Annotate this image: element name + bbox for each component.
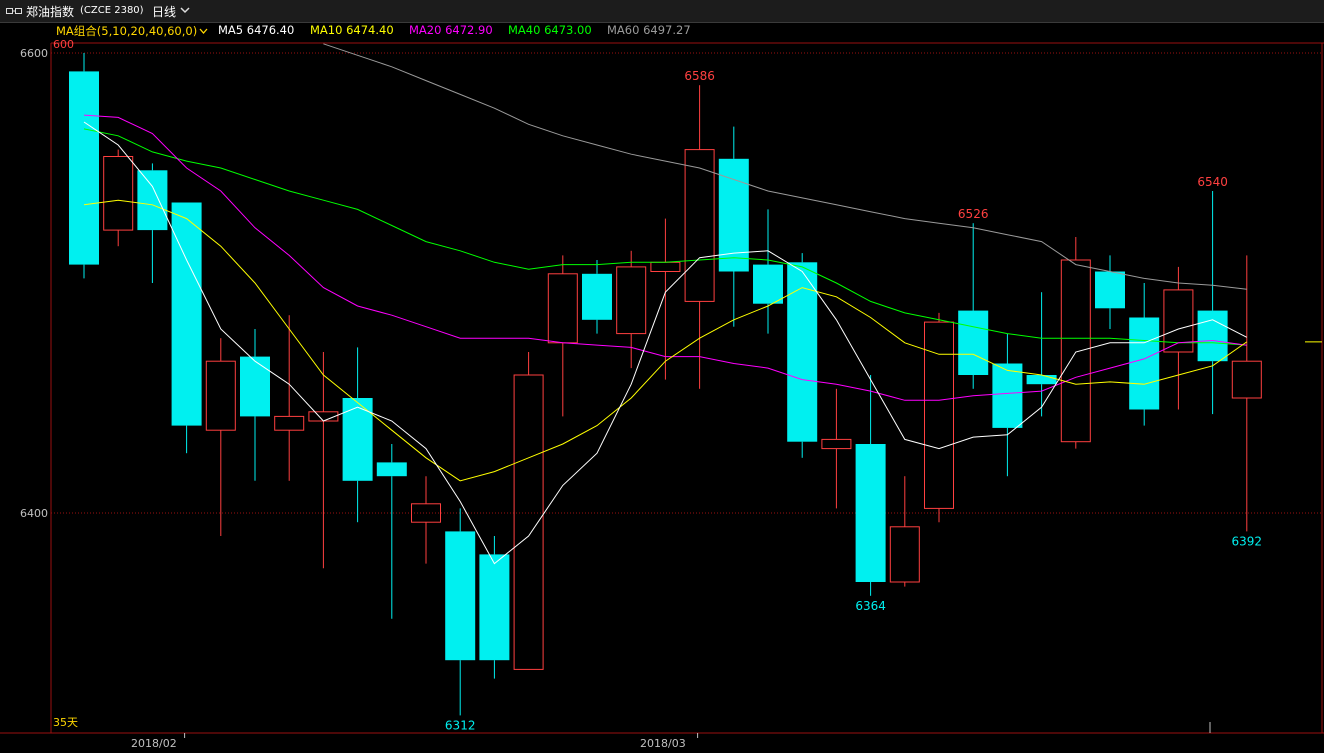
candle-body-down[interactable] bbox=[240, 356, 270, 417]
extreme-price-label: 6312 bbox=[445, 718, 476, 732]
candle-body-up[interactable] bbox=[924, 321, 954, 509]
candle-body-down[interactable] bbox=[479, 554, 510, 661]
candle-body-down[interactable] bbox=[1197, 310, 1228, 362]
candle-body-up[interactable] bbox=[1060, 259, 1091, 443]
candle-body-down[interactable] bbox=[69, 71, 99, 265]
candle-body-up[interactable] bbox=[513, 374, 544, 670]
x-tick-2018-03: 2018/03 bbox=[640, 737, 686, 750]
top-price-label: 600 bbox=[53, 38, 74, 51]
candle-body-up[interactable] bbox=[684, 149, 715, 302]
candle-body-down[interactable] bbox=[753, 264, 783, 304]
extreme-price-label: 6526 bbox=[958, 207, 989, 221]
candle-body-up[interactable] bbox=[205, 360, 236, 431]
candle-body-down[interactable] bbox=[342, 398, 373, 481]
extreme-price-label: 6364 bbox=[855, 599, 886, 613]
candle-body-down[interactable] bbox=[582, 273, 612, 320]
extreme-price-label: 6392 bbox=[1232, 534, 1263, 548]
candle-body-down[interactable] bbox=[855, 444, 886, 582]
candle-body-down[interactable] bbox=[1129, 317, 1160, 410]
candle-body-up[interactable] bbox=[547, 273, 578, 344]
kline-chart[interactable]: 6600 6400 6586 6526 6540 6312 6364 6392 600 35天 bbox=[0, 0, 1324, 753]
candle-body-up[interactable] bbox=[650, 261, 681, 272]
ma60-line bbox=[323, 43, 1247, 290]
candle-body-down[interactable] bbox=[137, 170, 168, 231]
candle-body-up[interactable] bbox=[821, 438, 852, 450]
candle-body-up[interactable] bbox=[274, 415, 305, 431]
candle-body-down[interactable] bbox=[958, 310, 989, 375]
candle-body-up[interactable] bbox=[889, 526, 920, 583]
y-tick-label: 6600 bbox=[20, 47, 48, 60]
candle-body-up[interactable] bbox=[616, 266, 647, 335]
candle-body-down[interactable] bbox=[1095, 271, 1125, 309]
days-count-label: 35天 bbox=[53, 716, 78, 729]
x-tick-2018-02: 2018/02 bbox=[131, 737, 177, 750]
candle-body-up[interactable] bbox=[1231, 360, 1262, 399]
y-tick-label: 6400 bbox=[20, 507, 48, 520]
extreme-price-label: 6540 bbox=[1197, 175, 1228, 189]
candle-body-down[interactable] bbox=[992, 363, 1023, 428]
candle-body-down[interactable] bbox=[376, 462, 407, 477]
candle-body-down[interactable] bbox=[787, 262, 818, 442]
candle-body-up[interactable] bbox=[103, 156, 134, 231]
candle-body-down[interactable] bbox=[171, 202, 202, 426]
candle-body-down[interactable] bbox=[445, 531, 476, 661]
candle-body-down[interactable] bbox=[1026, 375, 1057, 385]
extreme-price-label: 6586 bbox=[684, 69, 715, 83]
